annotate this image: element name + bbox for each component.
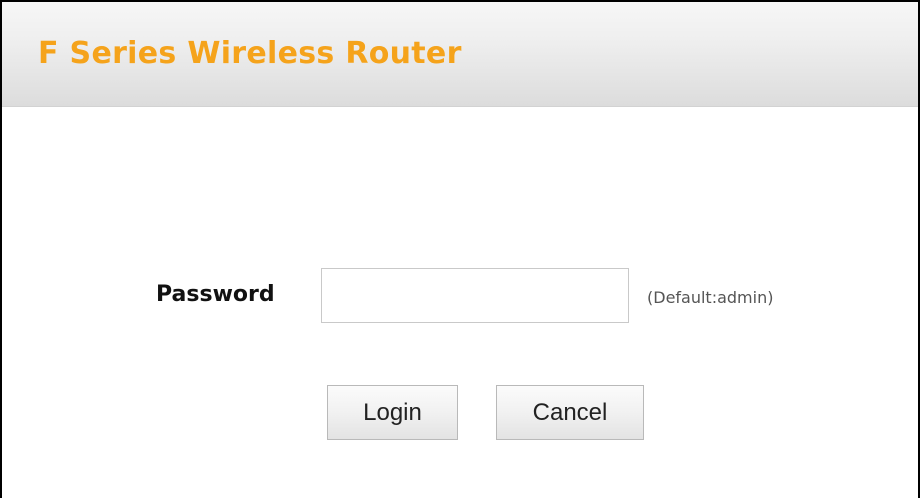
login-button[interactable]: Login [327, 385, 458, 440]
router-login-page: F Series Wireless Router Password (Defau… [0, 0, 920, 498]
password-default-hint: (Default:admin) [647, 288, 774, 307]
password-input[interactable] [321, 268, 629, 323]
cancel-button[interactable]: Cancel [496, 385, 644, 440]
header-bar: F Series Wireless Router [2, 2, 918, 107]
page-title: F Series Wireless Router [38, 36, 462, 71]
password-label: Password [156, 282, 275, 307]
